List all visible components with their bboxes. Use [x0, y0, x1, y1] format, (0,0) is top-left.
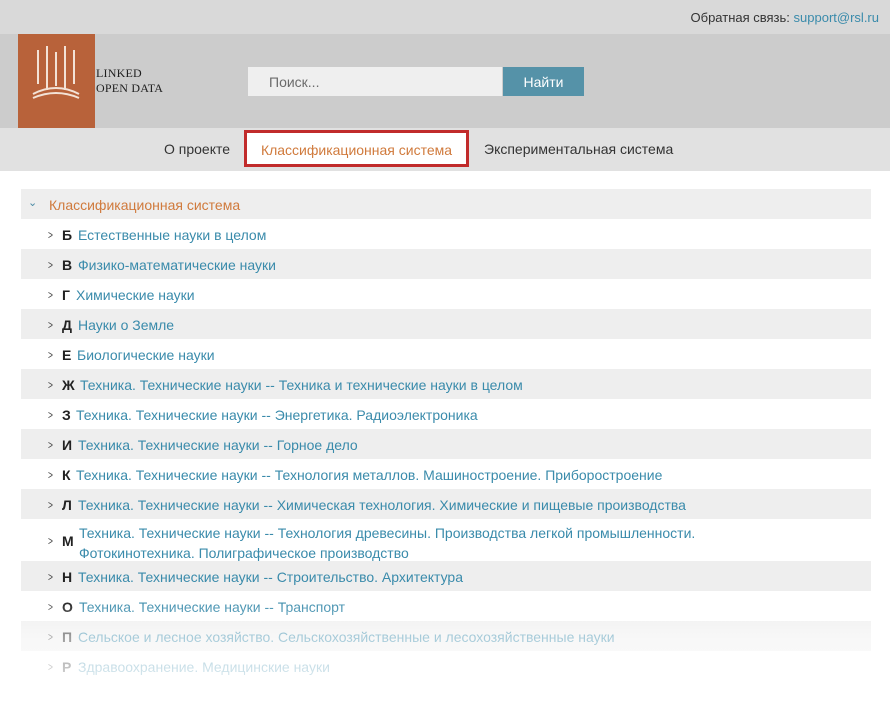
tree-item-code: М — [62, 533, 74, 549]
tree-item-link[interactable]: Техника. Технические науки -- Строительс… — [78, 569, 463, 585]
chevron-right-icon[interactable]: > — [48, 660, 53, 674]
tree-item-code: Б — [62, 227, 73, 243]
tree-item[interactable]: > Б Естественные науки в целом — [21, 219, 871, 249]
tree-item-link[interactable]: Науки о Земле — [78, 317, 174, 333]
tree-root-label[interactable]: Классификационная система — [49, 197, 240, 213]
tree-item-code: Р — [62, 659, 72, 675]
chevron-right-icon[interactable]: > — [48, 258, 53, 272]
search-button[interactable]: Найти — [503, 67, 584, 96]
tree-item[interactable]: > О Техника. Технические науки -- Трансп… — [21, 591, 871, 621]
tree-item-link[interactable]: Техника. Технические науки -- Техника и … — [80, 377, 523, 393]
chevron-right-icon[interactable]: > — [48, 630, 53, 644]
tree-item-code: Г — [62, 287, 70, 303]
chevron-right-icon[interactable]: > — [48, 498, 53, 512]
chevron-right-icon[interactable]: > — [48, 378, 53, 392]
tree-item-link[interactable]: Техника. Технические науки -- Технология… — [79, 523, 719, 563]
tree-item[interactable]: > Н Техника. Технические науки -- Строит… — [21, 561, 871, 591]
nav-classification-label: Классификационная система — [260, 142, 453, 158]
chevron-right-icon[interactable]: > — [48, 438, 53, 452]
tree-item[interactable]: > З Техника. Технические науки -- Энерге… — [21, 399, 871, 429]
tree-item-link[interactable]: Техника. Технические науки -- Химическая… — [78, 497, 686, 513]
tree-item-link[interactable]: Естественные науки в целом — [78, 227, 266, 243]
chevron-right-icon[interactable]: > — [48, 288, 53, 302]
tree-item[interactable]: > В Физико-математические науки — [21, 249, 871, 279]
tree-item[interactable]: > П Сельское и лесное хозяйство. Сельско… — [21, 621, 871, 651]
tree-item-code: Е — [62, 347, 72, 363]
tree-item-link[interactable]: Химические науки — [76, 287, 195, 303]
tree-item-link[interactable]: Физико-математические науки — [78, 257, 276, 273]
search-input[interactable] — [248, 67, 502, 96]
tree-item[interactable]: > Л Техника. Технические науки -- Химиче… — [21, 489, 871, 519]
classification-tree: ⌄ Классификационная система > Б Естестве… — [21, 189, 871, 681]
tree-root[interactable]: ⌄ Классификационная система — [21, 189, 871, 219]
site-header: LINKED OPEN DATA Найти — [0, 34, 890, 144]
brand-line-2: OPEN DATA — [96, 81, 164, 95]
tree-item-link[interactable]: Здравоохранение. Медицинские науки — [78, 659, 330, 675]
tree-item[interactable]: > М Техника. Технические науки -- Технол… — [21, 519, 871, 561]
chevron-right-icon[interactable]: > — [48, 348, 53, 362]
tree-item-code: Л — [62, 497, 72, 513]
chevron-right-icon[interactable]: > — [48, 228, 53, 242]
chevron-down-icon[interactable]: ⌄ — [28, 196, 37, 209]
tree-item-code: Н — [62, 569, 73, 585]
tree-item[interactable]: > Ж Техника. Технические науки -- Техник… — [21, 369, 871, 399]
tree-item-code: В — [62, 257, 73, 273]
feedback-label: Обратная связь: — [690, 10, 790, 25]
tree-item[interactable]: > Е Биологические науки — [21, 339, 871, 369]
tree-item-code: Ж — [62, 377, 75, 393]
tree-item-code: З — [62, 407, 71, 423]
tree-item-link[interactable]: Сельское и лесное хозяйство. Сельскохозя… — [78, 629, 615, 645]
tree-item-link[interactable]: Биологические науки — [77, 347, 215, 363]
tree-item[interactable]: > Д Науки о Земле — [21, 309, 871, 339]
tree-item[interactable]: > И Техника. Технические науки -- Горное… — [21, 429, 871, 459]
feedback-contact: Обратная связь: support@rsl.ru — [691, 10, 879, 25]
chevron-right-icon[interactable]: > — [48, 534, 53, 548]
tree-item-code: К — [62, 467, 71, 483]
top-bar: Обратная связь: support@rsl.ru — [0, 0, 890, 34]
chevron-right-icon[interactable]: > — [48, 468, 53, 482]
chevron-right-icon[interactable]: > — [48, 600, 53, 614]
chevron-right-icon[interactable]: > — [48, 570, 53, 584]
tree-item[interactable]: > Г Химические науки — [21, 279, 871, 309]
nav-about[interactable]: О проекте — [164, 141, 230, 157]
main-nav: О проекте Классификационная система Эксп… — [0, 128, 890, 171]
tree-item-link[interactable]: Техника. Технические науки -- Горное дел… — [78, 437, 358, 453]
tree-item-code: П — [62, 629, 73, 645]
tree-item[interactable]: > Р Здравоохранение. Медицинские науки — [21, 651, 871, 681]
feedback-email-link[interactable]: support@rsl.ru — [794, 10, 879, 25]
tree-item-code: О — [62, 599, 73, 615]
tree-item[interactable]: > К Техника. Технические науки -- Технол… — [21, 459, 871, 489]
tree-item-link[interactable]: Техника. Технические науки -- Транспорт — [79, 599, 345, 615]
chevron-right-icon[interactable]: > — [48, 408, 53, 422]
chevron-right-icon[interactable]: > — [48, 318, 53, 332]
tree-item-link[interactable]: Техника. Технические науки -- Технология… — [76, 467, 662, 483]
nav-experimental-system[interactable]: Экспериментальная система — [484, 141, 673, 157]
tree-item-code: Д — [62, 317, 72, 333]
tree-item-link[interactable]: Техника. Технические науки -- Энергетика… — [76, 407, 478, 423]
tree-item-code: И — [62, 437, 73, 453]
brand-line-1: LINKED — [96, 66, 142, 80]
nav-classification-system[interactable]: Классификационная система — [244, 130, 469, 167]
brand-title: LINKED OPEN DATA — [96, 66, 163, 96]
